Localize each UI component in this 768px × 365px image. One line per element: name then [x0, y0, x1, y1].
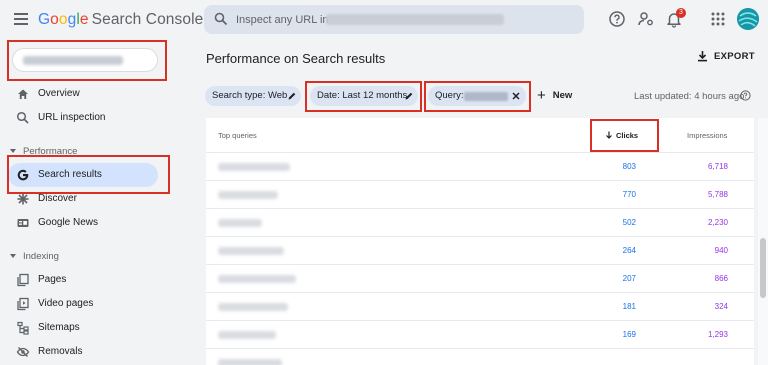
manage-users-icon[interactable]	[637, 10, 655, 28]
top-app-bar: GoogleSearch Console 3	[0, 0, 768, 40]
removals-icon	[16, 347, 30, 357]
logo-product-name: Search Console	[91, 11, 204, 28]
pages-icon	[17, 273, 29, 287]
sitemap-icon	[17, 321, 29, 335]
table-row[interactable]: 169 1,293	[206, 320, 754, 348]
clicks-value: 207	[622, 274, 636, 283]
chevron-down-icon	[10, 254, 16, 259]
sidebar-item-pages[interactable]: Pages	[8, 268, 158, 292]
table-row[interactable]: 502 2,230	[206, 208, 754, 236]
sidebar-item-label: Removals	[38, 346, 83, 357]
apps-grid-icon[interactable]	[709, 10, 727, 28]
search-icon	[214, 12, 228, 26]
impressions-value: 866	[714, 274, 728, 283]
download-icon	[698, 51, 707, 62]
last-updated-text: Last updated: 4 hours ago	[634, 91, 745, 102]
menu-icon[interactable]	[14, 13, 28, 25]
clicks-value: 264	[622, 246, 636, 255]
product-logo[interactable]: Google Search Console	[38, 11, 203, 29]
home-icon	[18, 89, 28, 99]
clicks-value: 803	[622, 162, 636, 171]
asterisk-icon	[17, 193, 29, 205]
avatar-pattern-icon	[737, 8, 759, 30]
sidebar-item-label: Video pages	[38, 298, 94, 309]
impressions-value: 940	[714, 246, 728, 255]
table-row[interactable]: 803 6,718	[206, 152, 754, 180]
sidebar-item-sitemaps[interactable]: Sitemaps	[8, 316, 158, 340]
sidebar-item-label: Overview	[38, 88, 80, 99]
highlight-box-property	[7, 40, 167, 81]
scrollbar-thumb[interactable]	[760, 238, 766, 298]
highlight-box-clicks	[590, 119, 659, 152]
clicks-value: 770	[622, 190, 636, 199]
chip-label: Search type: Web	[212, 90, 288, 101]
redacted-query	[218, 303, 288, 311]
export-button[interactable]: EXPORT	[697, 50, 755, 62]
account-avatar[interactable]	[737, 8, 759, 30]
section-label: Indexing	[23, 251, 59, 262]
logo-letter: e	[79, 11, 89, 28]
impressions-value: 2,230	[707, 218, 728, 227]
impressions-value: 1,293	[707, 330, 728, 339]
table-row[interactable]: 770 5,788	[206, 180, 754, 208]
news-icon	[17, 219, 29, 227]
redacted-query	[218, 191, 278, 199]
url-inspection-search[interactable]	[204, 5, 584, 34]
page-title: Performance on Search results	[206, 51, 386, 66]
plus-icon: +	[537, 87, 546, 104]
table-row[interactable]: 264 940	[206, 236, 754, 264]
sidebar: Overview URL inspection Performance Sear…	[0, 40, 196, 365]
notification-count-badge: 3	[676, 8, 686, 18]
table-row[interactable]: 181 324	[206, 292, 754, 320]
sidebar-item-label: Discover	[38, 193, 77, 204]
sidebar-item-label: Google News	[38, 217, 99, 228]
filter-chip-search-type[interactable]: Search type: Web	[205, 86, 301, 106]
add-filter-button[interactable]: + New	[537, 87, 572, 104]
sidebar-item-label: Pages	[38, 274, 67, 285]
redacted-query	[218, 275, 296, 283]
redacted-query	[218, 331, 276, 339]
column-header-impressions[interactable]: Impressions	[687, 131, 727, 140]
redacted-query	[218, 247, 284, 255]
logo-letter: G	[38, 11, 51, 28]
section-indexing[interactable]: Indexing	[10, 251, 59, 262]
add-filter-label: New	[552, 90, 573, 101]
logo-letter: o	[50, 11, 59, 28]
logo-letter: o	[58, 11, 68, 28]
redacted-property-name	[326, 14, 504, 25]
help-circle-icon[interactable]	[740, 90, 751, 101]
chevron-down-icon	[10, 149, 16, 154]
export-label: EXPORT	[714, 51, 755, 62]
sidebar-item-overview[interactable]: Overview	[8, 82, 158, 106]
clicks-value: 181	[622, 302, 636, 311]
edit-pencil-icon[interactable]	[287, 91, 297, 101]
sidebar-item-video-pages[interactable]: Video pages	[8, 292, 158, 316]
sidebar-item-discover[interactable]: Discover	[8, 187, 158, 211]
sidebar-item-google-news[interactable]: Google News	[8, 211, 158, 235]
impressions-value: 324	[714, 302, 728, 311]
table-row[interactable]	[206, 348, 754, 365]
redacted-query	[218, 219, 262, 227]
video-pages-icon	[17, 297, 29, 311]
redacted-query	[218, 359, 282, 365]
highlight-box-date	[305, 81, 422, 112]
table-row[interactable]: 207 866	[206, 264, 754, 292]
sidebar-item-label: URL inspection	[38, 112, 106, 123]
sidebar-item-label: Sitemaps	[38, 322, 80, 333]
search-icon	[16, 111, 29, 124]
clicks-value: 502	[622, 218, 636, 227]
impressions-value: 6,718	[707, 162, 728, 171]
redacted-query	[218, 163, 290, 171]
sidebar-item-removals[interactable]: Removals	[8, 340, 158, 364]
queries-table: Top queries Clicks Impressions 803 6,718 …	[206, 118, 754, 365]
highlight-box-query	[424, 81, 531, 112]
impressions-value: 5,788	[707, 190, 728, 199]
sidebar-item-url-inspection[interactable]: URL inspection	[8, 106, 158, 130]
clicks-value: 169	[622, 330, 636, 339]
help-icon[interactable]	[608, 10, 626, 28]
column-header-top-queries[interactable]: Top queries	[218, 131, 257, 140]
